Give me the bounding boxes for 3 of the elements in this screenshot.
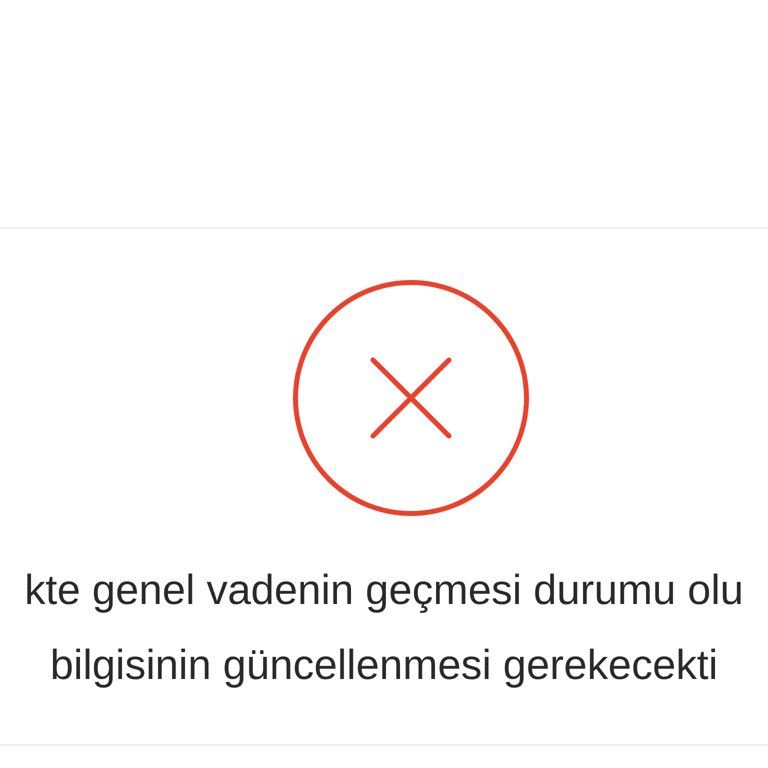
- message-text-line: bilgisinin güncellenmesi gerekecekti: [50, 640, 718, 690]
- error-x-circle-icon: [293, 280, 529, 516]
- message-text-line: kte genel vadenin geçmesi durumu olu: [24, 565, 744, 615]
